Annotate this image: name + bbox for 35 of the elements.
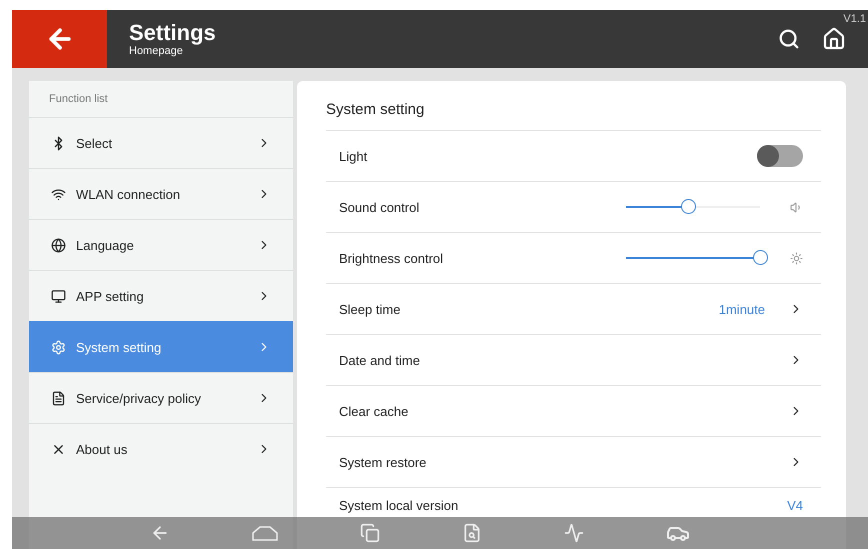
document-icon: [51, 390, 66, 406]
file-search-button[interactable]: [462, 523, 482, 543]
page-subtitle: Homepage: [129, 45, 184, 57]
panel-title: System setting: [326, 100, 426, 120]
settings-icon: [51, 340, 66, 354]
recent-apps-button[interactable]: [360, 523, 380, 543]
sidebar-item[interactable]: About us: [29, 423, 293, 474]
setting-label: Date and time: [339, 352, 421, 368]
setting-label: System local version: [339, 498, 460, 513]
wifi-icon: [51, 186, 66, 202]
sidebar-heading: Function list: [48, 92, 109, 107]
setting-label: Brightness control: [339, 250, 444, 266]
light-switch[interactable]: [757, 145, 803, 167]
sun-icon: [790, 252, 803, 264]
version-label: V1.1: [843, 13, 866, 25]
search-button[interactable]: [778, 28, 800, 50]
version-value: V4: [787, 498, 803, 513]
sidebar-item[interactable]: Service/privacy policy: [29, 372, 293, 423]
speaker-icon: [790, 200, 803, 214]
pulse-button[interactable]: [564, 523, 584, 543]
sidebar-item[interactable]: WLAN connection: [29, 168, 293, 219]
slider-thumb[interactable]: [680, 199, 696, 214]
setting-label: Light: [339, 148, 368, 164]
setting-value: 1minute: [718, 302, 765, 316]
sidebar-item[interactable]: Select: [29, 117, 293, 168]
globe-icon: [51, 238, 66, 252]
setting-label: Clear cache: [339, 404, 410, 418]
page-title: Settings: [129, 21, 217, 45]
back-button[interactable]: [12, 10, 107, 68]
setting-label: Sound control: [339, 200, 420, 214]
monitor-icon: [51, 288, 66, 304]
setting-label: System restore: [339, 454, 428, 470]
setting-label: Sleep time: [339, 302, 402, 316]
slider-thumb[interactable]: [753, 250, 768, 265]
sidebar-item[interactable]: Language: [29, 219, 293, 270]
